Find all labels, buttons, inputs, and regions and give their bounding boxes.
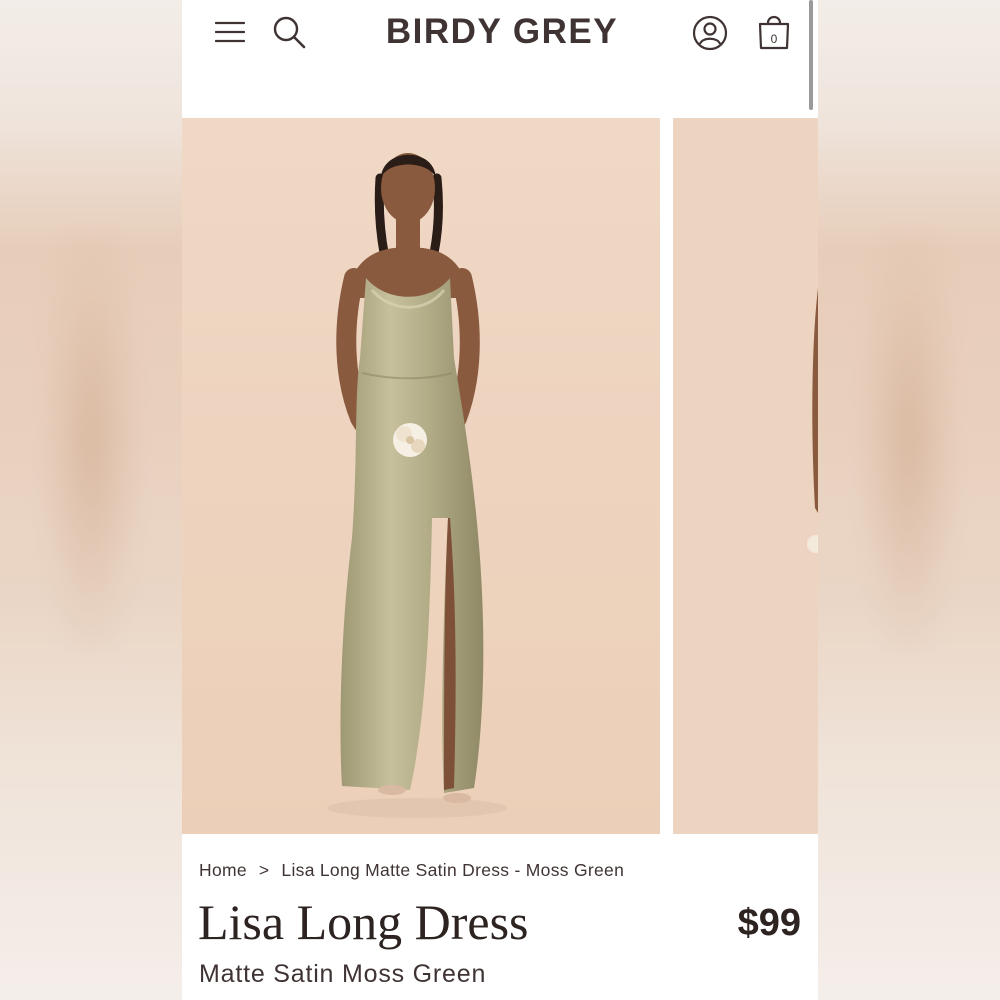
search-icon[interactable] [270,13,308,51]
product-image-gallery[interactable] [182,118,818,834]
model-in-dress-illustration [182,118,660,834]
site-header: BIRDY GREY 0 [182,0,818,118]
shopping-bag-icon[interactable]: 0 [756,10,792,52]
account-icon[interactable] [691,13,729,53]
product-subtitle: Matte Satin Moss Green [199,960,487,988]
product-title: Lisa Long Dress [198,894,529,950]
product-photo-next[interactable] [673,118,818,834]
cart-count: 0 [770,32,778,46]
right-blurred-backdrop [818,0,1000,1000]
mobile-page: BIRDY GREY 0 Home > Lisa Long Matte Sati… [182,0,818,1000]
scrollbar[interactable] [809,0,813,110]
breadcrumb-current: Lisa Long Matte Satin Dress - Moss Green [281,860,625,880]
product-photo-main[interactable] [182,118,660,834]
breadcrumb: Home > Lisa Long Matte Satin Dress - Mos… [199,860,624,881]
next-photo-preview [673,118,818,834]
hamburger-menu-icon[interactable] [212,16,248,48]
breadcrumb-home-link[interactable]: Home [199,860,247,881]
chevron-right-icon: > [258,860,270,880]
site-logo[interactable]: BIRDY GREY [382,12,622,52]
left-blurred-backdrop [0,0,182,1000]
product-price: $99 [737,902,801,944]
